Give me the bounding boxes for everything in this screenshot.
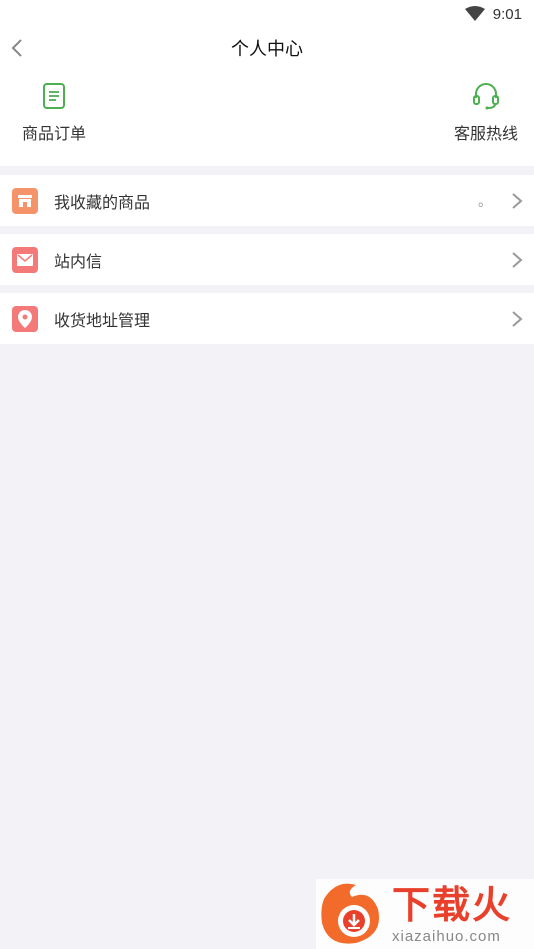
menu-list: 我收藏的商品 。 站内信 收货地址管理 — [0, 175, 534, 344]
menu-item-label: 站内信 — [54, 253, 103, 271]
wifi-icon — [464, 6, 485, 21]
mail-icon — [12, 246, 38, 273]
top-area: 9:01 个人中心 商品订单 客服热线 — [0, 0, 534, 166]
page-title: 个人中心 — [231, 39, 303, 59]
menu-item-label: 我收藏的商品 — [54, 194, 151, 212]
document-icon — [43, 83, 65, 109]
menu-item-messages[interactable]: 站内信 — [0, 234, 534, 285]
chevron-right-icon — [512, 192, 523, 209]
quick-actions: 商品订单 客服热线 — [0, 68, 534, 166]
status-time: 9:01 — [492, 5, 522, 23]
customer-service-button[interactable]: 客服热线 — [454, 82, 518, 144]
back-arrow-icon[interactable] — [8, 34, 28, 62]
chevron-right-icon — [512, 310, 523, 327]
chevron-right-icon — [512, 251, 523, 268]
watermark: 下载火 xiazaihuo.com — [316, 879, 534, 949]
headset-icon — [472, 83, 499, 110]
location-pin-icon — [12, 305, 38, 332]
product-orders-button[interactable]: 商品订单 — [22, 82, 86, 144]
header: 个人中心 — [0, 28, 534, 68]
menu-item-label: 收货地址管理 — [54, 312, 151, 330]
watermark-brand: 下载火 — [392, 884, 513, 927]
store-icon — [12, 187, 38, 214]
menu-item-extra: 。 — [478, 192, 492, 209]
customer-service-label: 客服热线 — [453, 126, 518, 143]
status-bar: 9:01 — [0, 0, 534, 28]
product-orders-label: 商品订单 — [22, 126, 87, 143]
watermark-url: xiazaihuo.com — [392, 927, 501, 945]
menu-item-favorites[interactable]: 我收藏的商品 。 — [0, 175, 534, 226]
menu-item-addresses[interactable]: 收货地址管理 — [0, 293, 534, 344]
flame-logo-icon — [316, 879, 386, 949]
